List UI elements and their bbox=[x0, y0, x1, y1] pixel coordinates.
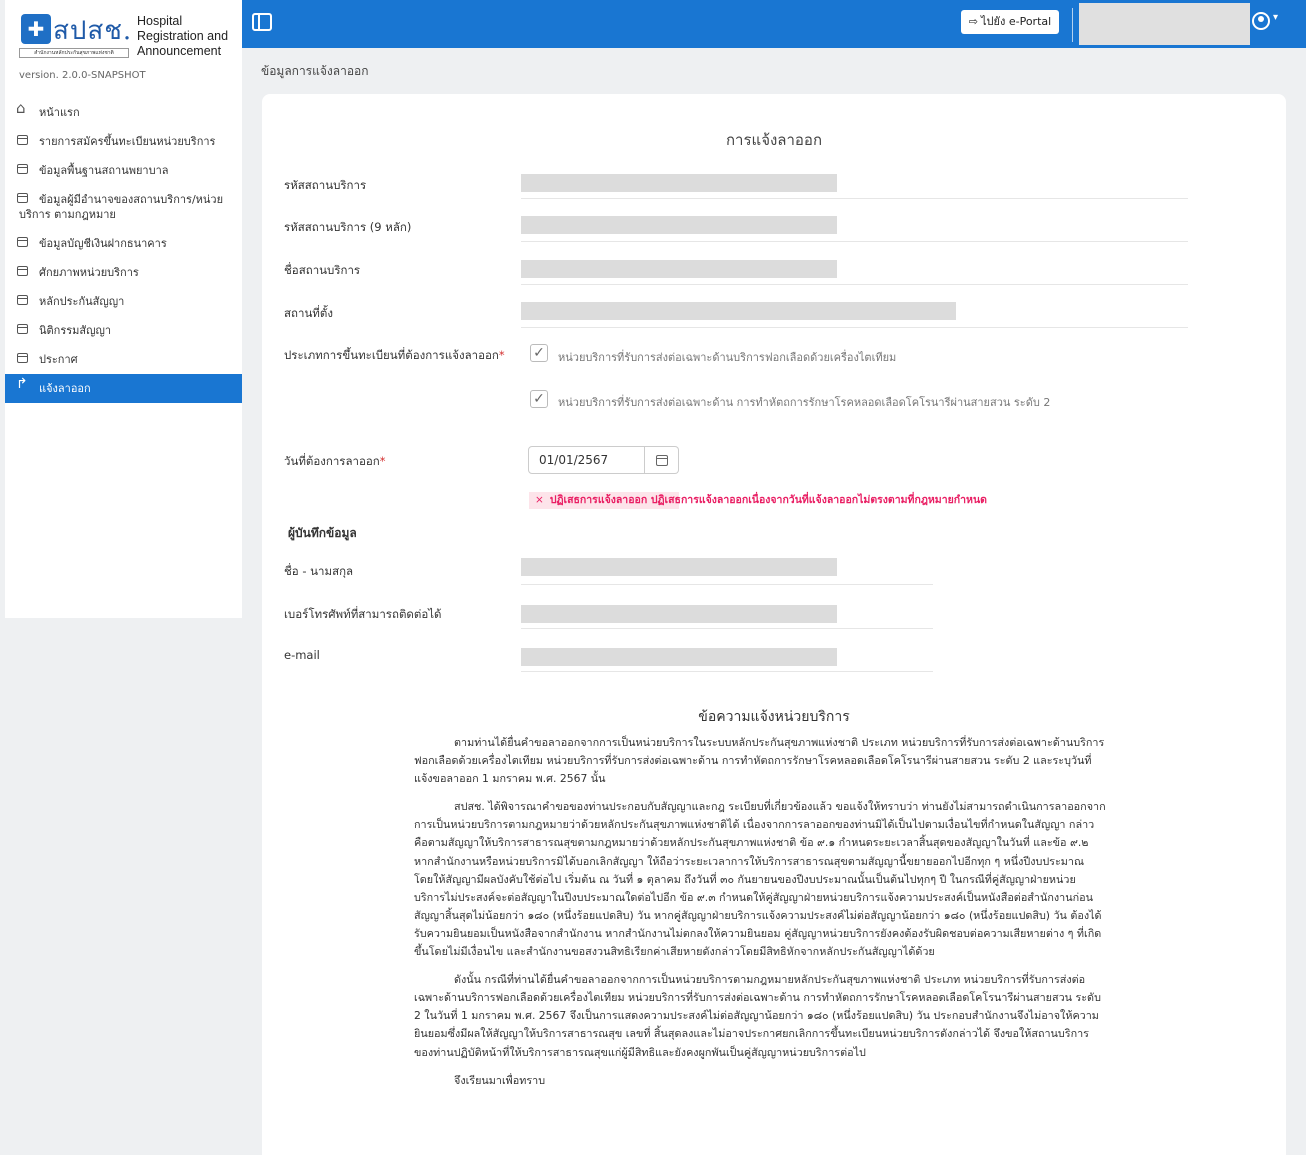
sidebar-item-announcement[interactable]: ประกาศ bbox=[5, 345, 242, 374]
app-name-line1: Hospital bbox=[137, 14, 183, 28]
sidebar-item-authorized-person[interactable]: ข้อมูลผู้มีอำนาจของสถานบริการ/หน่วยบริกา… bbox=[5, 185, 242, 229]
recorder-phone-redacted bbox=[521, 605, 837, 623]
error-message-text: ปฏิเสธการแจ้งลาออก ปฏิเสธการแจ้งลาออกเนื… bbox=[549, 494, 987, 506]
sidebar-item-label: ข้อมูลบัญชีเงินฝากธนาคาร bbox=[39, 237, 167, 250]
notice-paragraph-1: ตามท่านได้ยื่นคำขอลาออกจากการเป็นหน่วยบร… bbox=[414, 736, 1105, 786]
divider bbox=[521, 671, 933, 672]
sidebar-toggle-icon[interactable] bbox=[252, 13, 272, 31]
recorder-email-label: e-mail bbox=[284, 648, 320, 662]
logo-subtitle: สำนักงานหลักประกันสุขภาพแห่งชาติ bbox=[19, 48, 129, 58]
calendar-icon bbox=[655, 455, 668, 466]
notice-body: ตามท่านได้ยื่นคำขอลาออกจากการเป็นหน่วยบร… bbox=[414, 734, 1106, 1100]
location-label: สถานที่ตั้ง bbox=[284, 306, 333, 320]
list-icon bbox=[17, 193, 28, 203]
error-message: × ปฏิเสธการแจ้งลาออก ปฏิเสธการแจ้งลาออกเน… bbox=[529, 492, 987, 509]
login-arrow-icon: ⇨ bbox=[968, 15, 979, 28]
e-portal-button[interactable]: ⇨ ไปยัง e-Portal bbox=[961, 10, 1059, 34]
recorder-name-label: ชื่อ - นามสกุล bbox=[284, 564, 354, 578]
checkbox-hemodialysis-label: หน่วยบริการที่รับการส่งต่อเฉพาะด้านบริกา… bbox=[558, 351, 897, 364]
exit-arrow-icon bbox=[16, 377, 28, 392]
type-label: ประเภทการขึ้นทะเบียนที่ต้องการแจ้งลาออก* bbox=[284, 347, 505, 365]
app-logo[interactable]: ✚ สปสช. สำนักงานหลักประกันสุขภาพแห่งชาติ… bbox=[19, 12, 239, 62]
app-name: Hospital Registration and Announcement bbox=[137, 14, 228, 59]
list-icon bbox=[17, 324, 28, 334]
sidebar-item-label: ประกาศ bbox=[39, 353, 78, 366]
list-icon bbox=[17, 237, 28, 247]
app-name-line3: Announcement bbox=[137, 44, 222, 58]
notice-paragraph-4: จึงเรียนมาเพื่อทราบ bbox=[454, 1073, 546, 1087]
recorder-phone-label: เบอร์โทรศัพท์ที่สามารถติดต่อได้ bbox=[284, 607, 442, 621]
divider bbox=[521, 284, 1188, 285]
checkbox-coronary[interactable]: ✓ bbox=[530, 390, 548, 408]
divider bbox=[521, 628, 933, 629]
sidebar-item-label: หน้าแรก bbox=[39, 106, 80, 119]
required-mark: * bbox=[498, 348, 505, 362]
divider bbox=[521, 584, 933, 585]
recorder-heading: ผู้บันทึกข้อมูล bbox=[288, 526, 357, 540]
code-value-redacted bbox=[521, 174, 837, 192]
list-icon bbox=[17, 353, 28, 363]
resignation-form-card: การแจ้งลาออก รหัสสถานบริการ รหัสสถานบริก… bbox=[262, 94, 1286, 1155]
nhso-logo: ✚ สปสช. สำนักงานหลักประกันสุขภาพแห่งชาติ bbox=[19, 12, 131, 60]
hospital-cross-icon: ✚ bbox=[21, 14, 51, 44]
e-portal-label: ไปยัง e-Portal bbox=[981, 15, 1052, 28]
date-label-text: วันที่ต้องการลาออก bbox=[284, 454, 380, 468]
list-icon bbox=[17, 266, 28, 276]
list-icon bbox=[17, 164, 28, 174]
sidebar: ✚ สปสช. สำนักงานหลักประกันสุขภาพแห่งชาติ… bbox=[5, 0, 242, 618]
sidebar-item-label: รายการสมัครขึ้นทะเบียนหน่วยบริการ bbox=[39, 135, 216, 148]
date-label: วันที่ต้องการลาออก* bbox=[284, 453, 386, 471]
calendar-button[interactable] bbox=[645, 446, 679, 474]
sidebar-menu: หน้าแรก รายการสมัครขึ้นทะเบียนหน่วยบริกา… bbox=[5, 98, 242, 403]
sidebar-item-label: แจ้งลาออก bbox=[39, 382, 91, 395]
close-icon[interactable]: × bbox=[535, 494, 544, 506]
sidebar-item-hospital-info[interactable]: ข้อมูลพื้นฐานสถานพยาบาล bbox=[5, 156, 242, 185]
notice-title: ข้อความแจ้งหน่วยบริการ bbox=[698, 709, 850, 725]
form-title: การแจ้งลาออก bbox=[725, 131, 823, 149]
sidebar-item-contract-guarantee[interactable]: หลักประกันสัญญา bbox=[5, 287, 242, 316]
user-avatar-icon[interactable] bbox=[1252, 12, 1270, 30]
user-info-redacted bbox=[1079, 3, 1250, 45]
topbar: ⇨ ไปยัง e-Portal ▾ bbox=[242, 0, 1306, 48]
notice-paragraph-3: ดังนั้น กรณีที่ท่านได้ยื่นคำขอลาออกจากกา… bbox=[414, 973, 1101, 1059]
divider bbox=[521, 327, 1188, 328]
logo-text: สปสช. bbox=[53, 16, 133, 46]
sidebar-item-capability[interactable]: ศักยภาพหน่วยบริการ bbox=[5, 258, 242, 287]
type-label-text: ประเภทการขึ้นทะเบียนที่ต้องการแจ้งลาออก bbox=[284, 348, 499, 362]
sidebar-item-contracts[interactable]: นิติกรรมสัญญา bbox=[5, 316, 242, 345]
name-label: ชื่อสถานบริการ bbox=[284, 263, 361, 277]
list-icon bbox=[17, 295, 28, 305]
code9-value-redacted bbox=[521, 216, 837, 234]
recorder-email-redacted bbox=[521, 648, 837, 666]
sidebar-item-label: ข้อมูลพื้นฐานสถานพยาบาล bbox=[39, 164, 169, 177]
code-label: รหัสสถานบริการ bbox=[284, 178, 367, 192]
sidebar-item-resignation[interactable]: แจ้งลาออก bbox=[5, 374, 242, 403]
sidebar-item-label: หลักประกันสัญญา bbox=[39, 295, 125, 308]
chevron-down-icon[interactable]: ▾ bbox=[1273, 12, 1278, 23]
divider bbox=[521, 198, 1188, 199]
breadcrumb: ข้อมูลการแจ้งลาออก bbox=[261, 64, 369, 78]
topbar-divider bbox=[1072, 8, 1073, 42]
name-value-redacted bbox=[521, 260, 837, 278]
app-name-line2: Registration and bbox=[137, 29, 229, 43]
checkbox-coronary-label: หน่วยบริการที่รับการส่งต่อเฉพาะด้าน การท… bbox=[558, 396, 1051, 409]
sidebar-item-registration-list[interactable]: รายการสมัครขึ้นทะเบียนหน่วยบริการ bbox=[5, 127, 242, 156]
app-version: version. 2.0.0-SNAPSHOT bbox=[19, 70, 146, 81]
sidebar-item-home[interactable]: หน้าแรก bbox=[5, 98, 242, 127]
home-icon bbox=[16, 101, 28, 116]
notice-paragraph-2: สปสช. ได้พิจารณาคำขอของท่านประกอบกับสัญญ… bbox=[414, 800, 1106, 959]
recorder-name-redacted bbox=[521, 558, 837, 576]
location-value-redacted bbox=[521, 302, 956, 320]
sidebar-item-label: นิติกรรมสัญญา bbox=[39, 324, 112, 337]
list-icon bbox=[17, 135, 28, 145]
sidebar-item-label: ข้อมูลผู้มีอำนาจของสถานบริการ/หน่วยบริกา… bbox=[19, 193, 224, 221]
required-mark: * bbox=[379, 454, 386, 468]
code9-label: รหัสสถานบริการ (9 หลัก) bbox=[284, 220, 412, 234]
resignation-date-input[interactable]: 01/01/2567 bbox=[528, 446, 645, 474]
sidebar-item-bank-account[interactable]: ข้อมูลบัญชีเงินฝากธนาคาร bbox=[5, 229, 242, 258]
divider bbox=[521, 241, 1188, 242]
sidebar-item-label: ศักยภาพหน่วยบริการ bbox=[39, 266, 139, 279]
checkbox-hemodialysis[interactable]: ✓ bbox=[530, 344, 548, 362]
